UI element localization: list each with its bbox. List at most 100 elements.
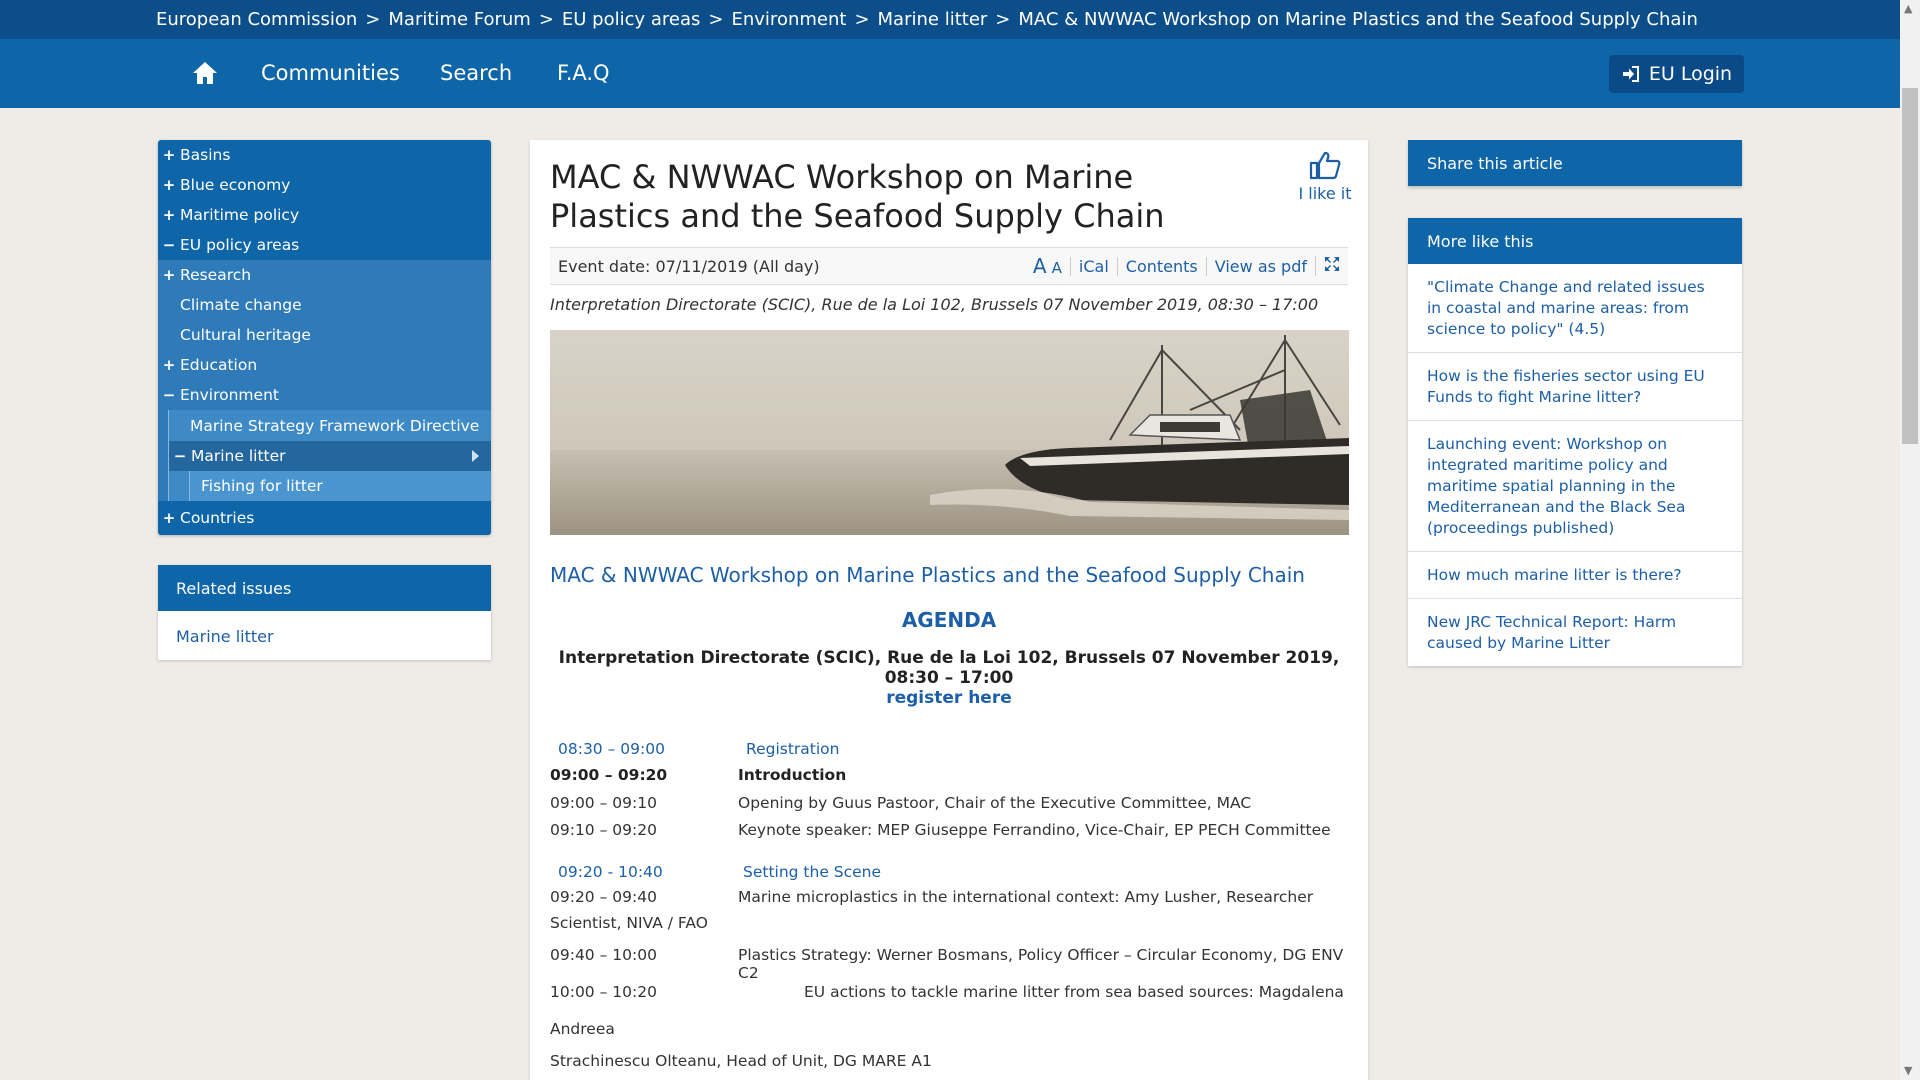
- expand-icon[interactable]: +: [158, 266, 180, 284]
- sidebar-item-eu-policy-areas[interactable]: − EU policy areas: [158, 230, 491, 260]
- ical-link[interactable]: iCal: [1069, 256, 1117, 276]
- sidebar-item-msfd[interactable]: Marine Strategy Framework Directive: [169, 410, 491, 441]
- sidebar-item-label: Research: [180, 266, 252, 284]
- sidebar-item-maritime-policy[interactable]: + Maritime policy: [158, 200, 491, 230]
- chevron-right-icon: [472, 450, 479, 462]
- breadcrumb-item-maritime-forum[interactable]: Maritime Forum: [388, 9, 530, 30]
- event-venue-bold: Interpretation Directorate (SCIC), Rue d…: [558, 648, 1340, 688]
- expand-icon[interactable]: +: [158, 206, 180, 224]
- breadcrumb-separator: >: [538, 9, 554, 30]
- expand-icon[interactable]: +: [158, 146, 180, 164]
- collapse-icon[interactable]: −: [158, 386, 180, 404]
- sidebar-item-education[interactable]: + Education: [158, 350, 491, 380]
- breadcrumb-separator: >: [708, 9, 724, 30]
- breadcrumb-item-environment[interactable]: Environment: [732, 9, 847, 30]
- view-pdf-link[interactable]: View as pdf: [1205, 256, 1315, 276]
- sidebar-item-label: Marine Strategy Framework Directive: [190, 416, 480, 435]
- agenda-time: 09:00 – 09:10: [550, 794, 657, 812]
- sidebar-item-marine-litter[interactable]: − Marine litter: [169, 441, 491, 471]
- agenda-item: Keynote speaker: MEP Giuseppe Ferrandino…: [738, 821, 1331, 839]
- breadcrumb-separator: >: [995, 9, 1011, 30]
- font-small-button[interactable]: A: [1052, 259, 1062, 277]
- nav-faq[interactable]: F.A.Q: [557, 61, 610, 85]
- agenda-time: 09:20 – 09:40: [550, 888, 657, 906]
- sidebar-item-fishing-for-litter[interactable]: Fishing for litter: [190, 471, 491, 501]
- breadcrumb-separator: >: [854, 9, 870, 30]
- fullscreen-icon[interactable]: [1315, 256, 1348, 276]
- agenda-time: 10:00 – 10:20: [550, 983, 657, 1001]
- agenda-item: Marine microplastics in the internationa…: [738, 888, 1314, 906]
- breadcrumb-item-ec[interactable]: European Commission: [156, 9, 357, 30]
- breadcrumb-separator: >: [365, 9, 381, 30]
- thumbs-up-icon: [1309, 151, 1341, 180]
- sidebar-item-label: Climate change: [180, 296, 302, 314]
- related-article-link[interactable]: New JRC Technical Report: Harm caused by…: [1408, 599, 1742, 666]
- main-nav: Communities Search F.A.Q EU Login: [0, 39, 1900, 108]
- related-article-link[interactable]: "Climate Change and related issues in co…: [1408, 264, 1742, 353]
- sidebar-item-label: Basins: [180, 146, 231, 164]
- breadcrumb: European Commission > Maritime Forum > E…: [0, 0, 1900, 39]
- contents-link[interactable]: Contents: [1116, 256, 1206, 276]
- scroll-thumb[interactable]: [1902, 88, 1918, 444]
- breadcrumb-item-current: MAC & NWWAC Workshop on Marine Plastics …: [1018, 9, 1698, 30]
- related-issue-link[interactable]: Marine litter: [158, 611, 491, 662]
- register-link[interactable]: register here: [530, 688, 1368, 708]
- login-icon: [1622, 66, 1639, 82]
- sidebar-item-basins[interactable]: + Basins: [158, 140, 491, 170]
- expand-icon[interactable]: +: [158, 509, 180, 527]
- agenda-time: 09:20 - 10:40: [558, 863, 663, 881]
- related-article-link[interactable]: Launching event: Workshop on integrated …: [1408, 421, 1742, 552]
- sidebar-subnav-eu-policy-areas: + Research Climate change Cultural herita…: [158, 260, 491, 501]
- collapse-icon[interactable]: −: [158, 236, 180, 254]
- expand-icon[interactable]: +: [158, 356, 180, 374]
- font-size-toggle[interactable]: A A: [1025, 254, 1070, 278]
- nav-communities[interactable]: Communities: [261, 61, 400, 85]
- agenda-item: Registration: [746, 740, 840, 758]
- agenda-heading: AGENDA: [901, 608, 997, 632]
- home-icon[interactable]: [190, 59, 220, 87]
- sidebar-item-label: Blue economy: [180, 176, 291, 194]
- event-meta-bar: Event date: 07/11/2019 (All day) A A iCa…: [550, 247, 1348, 285]
- related-article-link[interactable]: How is the fisheries sector using EU Fun…: [1408, 353, 1742, 421]
- scroll-up-icon[interactable]: ▲: [1904, 2, 1912, 15]
- agenda-item: Setting the Scene: [743, 863, 882, 881]
- sidebar-item-climate-change[interactable]: Climate change: [158, 290, 491, 320]
- sidebar-item-label: EU policy areas: [180, 236, 300, 254]
- more-like-this-box: More like this "Climate Change and relat…: [1408, 218, 1742, 666]
- like-label: I like it: [1298, 184, 1352, 203]
- scroll-down-icon[interactable]: ▼: [1904, 1064, 1912, 1077]
- sidebar-item-environment[interactable]: − Environment: [158, 380, 491, 410]
- agenda-time: 09:40 – 10:00: [550, 946, 657, 964]
- eu-login-button[interactable]: EU Login: [1609, 55, 1744, 93]
- event-venue-italic: Interpretation Directorate (SCIC), Rue d…: [550, 295, 1319, 314]
- sidebar-item-blue-economy[interactable]: + Blue economy: [158, 170, 491, 200]
- agenda-item: EU actions to tackle marine litter from …: [804, 983, 1344, 1001]
- expand-icon[interactable]: +: [158, 176, 180, 194]
- page-title: MAC & NWWAC Workshop on Marine Plastics …: [550, 158, 1165, 235]
- font-large-button[interactable]: A: [1033, 254, 1047, 278]
- more-like-this-heading: More like this: [1408, 218, 1742, 264]
- sidebar-item-cultural-heritage[interactable]: Cultural heritage: [158, 320, 491, 350]
- agenda-time: 08:30 – 09:00: [558, 740, 665, 758]
- sidebar-subnav-environment: Marine Strategy Framework Directive − Mar…: [168, 410, 491, 501]
- agenda-item: Opening by Guus Pastoor, Chair of the Ex…: [738, 794, 1252, 812]
- fishing-boat-image: [550, 330, 1349, 535]
- agenda-item-continued: Strachinescu Olteanu, Head of Unit, DG M…: [550, 1052, 932, 1070]
- collapse-icon[interactable]: −: [169, 447, 191, 465]
- eu-login-label: EU Login: [1648, 63, 1733, 85]
- page-scrollbar[interactable]: ▲ ▼: [1900, 0, 1920, 1080]
- related-issues-heading: Related issues: [158, 565, 491, 611]
- share-article-button[interactable]: Share this article: [1408, 140, 1742, 186]
- event-date: Event date: 07/11/2019 (All day): [558, 256, 820, 276]
- agenda-item: Introduction: [738, 766, 847, 784]
- event-title-link[interactable]: MAC & NWWAC Workshop on Marine Plastics …: [550, 563, 1305, 587]
- article-tools: A A iCal Contents View as pdf: [1025, 254, 1348, 278]
- like-button[interactable]: I like it: [1290, 150, 1360, 203]
- breadcrumb-item-marine-litter[interactable]: Marine litter: [878, 9, 988, 30]
- related-article-link[interactable]: How much marine litter is there?: [1408, 552, 1742, 599]
- sidebar-item-research[interactable]: + Research: [158, 260, 491, 290]
- sidebar-item-label: Countries: [180, 509, 255, 527]
- sidebar-item-countries[interactable]: + Countries: [158, 501, 491, 535]
- breadcrumb-item-eu-policy-areas[interactable]: EU policy areas: [562, 9, 701, 30]
- nav-search[interactable]: Search: [440, 61, 512, 85]
